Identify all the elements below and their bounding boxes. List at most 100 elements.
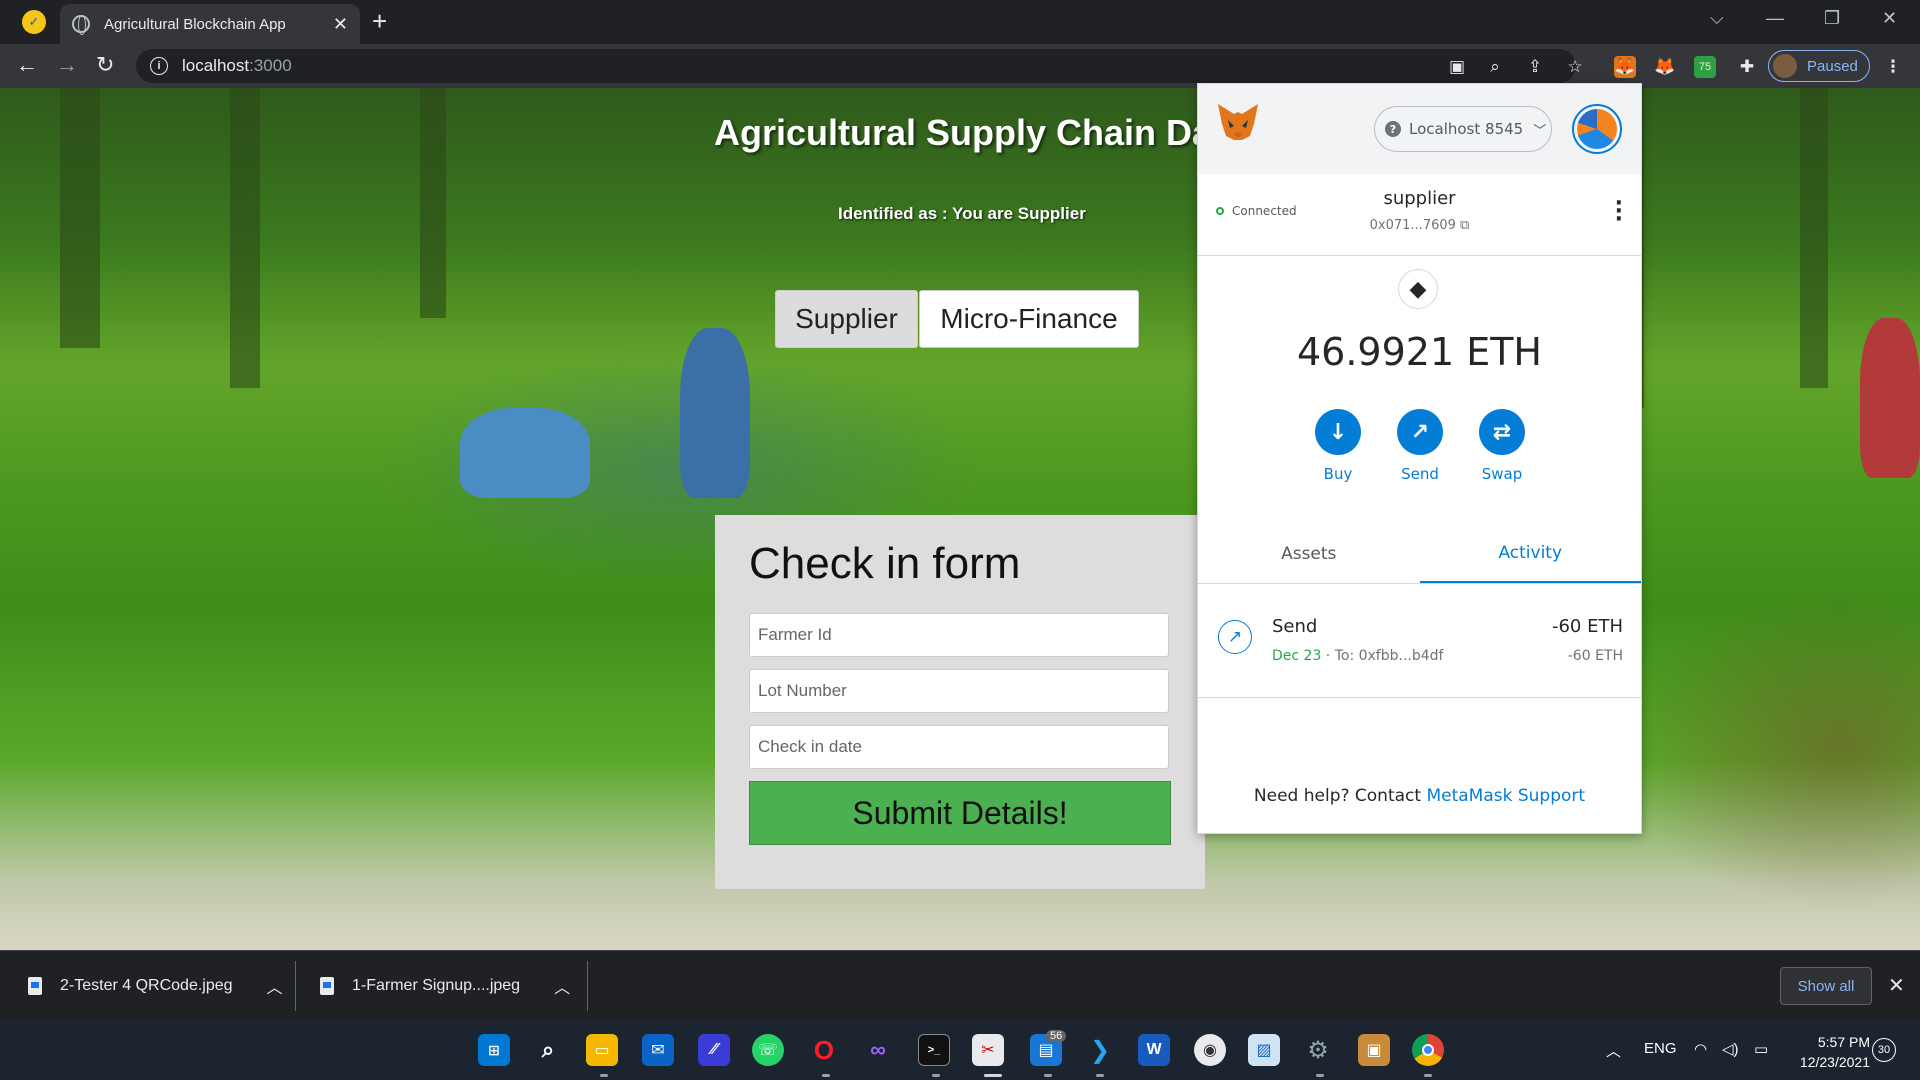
close-tab-icon[interactable]: ✕ <box>333 14 348 35</box>
lot-number-input[interactable] <box>749 669 1169 713</box>
chevron-down-icon: ﹀ <box>1533 123 1547 139</box>
mail-icon[interactable]: ✉ <box>642 1034 674 1066</box>
running-indicator <box>1316 1074 1324 1077</box>
running-indicator <box>822 1074 830 1077</box>
terminal-icon[interactable]: >_ <box>918 1034 950 1066</box>
settings-gear-icon[interactable]: ⚙ <box>1302 1034 1334 1066</box>
clock-time: 5:57 PM <box>1817 1034 1870 1050</box>
tab-search-icon[interactable]: ⌵ <box>1710 8 1724 29</box>
background-tree <box>60 88 100 348</box>
active-indicator <box>984 1074 1002 1077</box>
site-info-icon[interactable]: i <box>150 57 168 75</box>
profile-paused-button[interactable]: Paused <box>1768 50 1870 82</box>
account-avatar[interactable] <box>1572 104 1622 154</box>
metamask-tabs: Assets Activity <box>1198 524 1641 584</box>
chevron-up-icon[interactable]: ︿ <box>267 974 283 998</box>
page-title: Agricultural Supply Chain Dapp <box>714 112 1257 153</box>
background-tree <box>230 88 260 388</box>
transaction-details: Dec 23 · To: 0xfbb...b4df <box>1272 648 1443 664</box>
tab-activity[interactable]: Activity <box>1419 524 1641 583</box>
download-item[interactable]: 2-Tester 4 QRCode.jpeg ︿ <box>28 951 283 1021</box>
transaction-row[interactable]: ↗ Send Dec 23 · To: 0xfbb...b4df -60 ETH… <box>1198 584 1641 698</box>
windows-start-icon[interactable]: ⊞ <box>478 1034 510 1066</box>
farmer-id-input[interactable] <box>749 613 1169 657</box>
back-button[interactable]: ← <box>16 52 38 78</box>
volume-icon[interactable]: ◁) <box>1722 1040 1739 1058</box>
address-url: localhost:3000 <box>182 56 292 75</box>
supplier-tab-button[interactable]: Supplier <box>775 290 918 348</box>
github-icon[interactable]: ◉ <box>1194 1034 1226 1066</box>
image-file-icon <box>320 977 334 995</box>
new-tab-button[interactable]: + <box>372 6 387 37</box>
window-close-button[interactable]: ✕ <box>1882 8 1897 29</box>
forward-button[interactable]: → <box>56 52 78 78</box>
fox-extension-icon[interactable]: 🦊 <box>1654 56 1676 78</box>
share-icon[interactable]: ⇪ <box>1524 56 1546 78</box>
show-all-downloads-button[interactable]: Show all <box>1780 967 1872 1005</box>
input-language[interactable]: ENG <box>1644 1040 1677 1057</box>
taskbar-clock[interactable]: 5:57 PM 12/23/2021 <box>1790 1032 1870 1072</box>
bookmark-star-icon[interactable]: ☆ <box>1564 56 1586 78</box>
notification-count-badge[interactable]: 30 <box>1872 1038 1896 1062</box>
whatsapp-icon[interactable]: ☏ <box>752 1034 784 1066</box>
power-automate-icon[interactable]: ∕∕ <box>698 1034 730 1066</box>
opera-icon[interactable]: O <box>808 1034 840 1066</box>
image-file-icon <box>28 977 42 995</box>
address-bar[interactable]: i localhost:3000 <box>136 49 1576 83</box>
account-address-text: 0x071...7609 <box>1369 218 1456 233</box>
micro-finance-tab-button[interactable]: Micro-Finance <box>919 290 1139 348</box>
clock-date: 12/23/2021 <box>1799 1054 1870 1070</box>
blocked-popup-icon[interactable]: ▣ <box>1446 56 1468 78</box>
file-explorer-icon[interactable]: ▭ <box>586 1034 618 1066</box>
browser-profile-app-icon[interactable]: ✓ <box>22 10 46 34</box>
wifi-icon[interactable]: ◠ <box>1694 1040 1707 1058</box>
running-indicator <box>1044 1074 1052 1077</box>
transaction-recipient: · To: 0xfbb...b4df <box>1321 648 1444 664</box>
account-name[interactable]: supplier <box>1198 188 1641 209</box>
network-selector[interactable]: ? Localhost 8545 ﹀ <box>1374 106 1552 152</box>
metamask-popup: ? Localhost 8545 ﹀ Connected supplier 0x… <box>1197 83 1642 834</box>
metamask-support-link[interactable]: MetaMask Support <box>1426 786 1585 806</box>
buy-label: Buy <box>1323 465 1353 483</box>
metamask-header: ? Localhost 8545 ﹀ <box>1198 84 1641 174</box>
role-identification-text: Identified as : You are Supplier <box>838 204 1086 223</box>
zoom-icon[interactable]: ⌕ <box>1484 56 1506 78</box>
transaction-date: Dec 23 <box>1272 648 1322 664</box>
search-icon[interactable]: ⌕ <box>532 1034 564 1066</box>
chevron-up-icon[interactable]: ︿ <box>554 974 570 998</box>
close-shelf-icon[interactable]: ✕ <box>1888 973 1905 998</box>
reload-button[interactable]: ↻ <box>96 52 114 78</box>
visual-studio-icon[interactable]: ∞ <box>862 1034 894 1066</box>
swap-button[interactable]: ⇄ Swap <box>1467 409 1537 483</box>
browser-tabbar: ✓ Agricultural Blockchain App ✕ + ⌵ — ❐ … <box>0 0 1920 44</box>
browser-menu-icon[interactable]: ⋮ <box>1882 56 1904 78</box>
browser-tab[interactable]: Agricultural Blockchain App ✕ <box>60 4 360 44</box>
send-button[interactable]: ↗ Send <box>1385 409 1455 483</box>
restore-button[interactable]: ❐ <box>1824 8 1840 29</box>
extensions-puzzle-icon[interactable]: ✚ <box>1736 56 1758 78</box>
tab-assets[interactable]: Assets <box>1198 524 1420 583</box>
arrow-up-right-icon: ↗ <box>1397 409 1443 455</box>
background-worker <box>680 328 750 498</box>
show-hidden-icons-icon[interactable]: ︿ <box>1606 1040 1621 1061</box>
green-extension-icon[interactable]: 75 <box>1694 56 1716 78</box>
account-address[interactable]: 0x071...7609 ⧉ <box>1198 218 1641 233</box>
package-box-icon[interactable]: ▣ <box>1358 1034 1390 1066</box>
chrome-icon[interactable] <box>1412 1034 1444 1066</box>
snipping-tool-icon[interactable]: ✂ <box>972 1034 1004 1066</box>
check-in-form: Check in form Submit Details! <box>715 515 1205 889</box>
check-in-date-input[interactable] <box>749 725 1169 769</box>
vscode-icon[interactable]: ❯ <box>1084 1034 1116 1066</box>
minimize-button[interactable]: — <box>1766 8 1784 29</box>
running-indicator <box>1424 1074 1432 1077</box>
metamask-extension-icon[interactable]: 🦊 <box>1614 56 1636 78</box>
eth-balance: 46.9921 ETH <box>1296 330 1542 374</box>
battery-icon[interactable]: ▭ <box>1754 1040 1768 1058</box>
send-arrow-icon: ↗ <box>1218 620 1252 654</box>
account-options-icon[interactable]: · · · <box>1615 193 1623 231</box>
submit-details-button[interactable]: Submit Details! <box>749 781 1171 845</box>
photos-icon[interactable]: ▨ <box>1248 1034 1280 1066</box>
word-icon[interactable]: W <box>1138 1034 1170 1066</box>
download-item[interactable]: 1-Farmer Signup....jpeg ︿ <box>320 951 570 1021</box>
buy-button[interactable]: ↓ Buy <box>1303 409 1373 483</box>
